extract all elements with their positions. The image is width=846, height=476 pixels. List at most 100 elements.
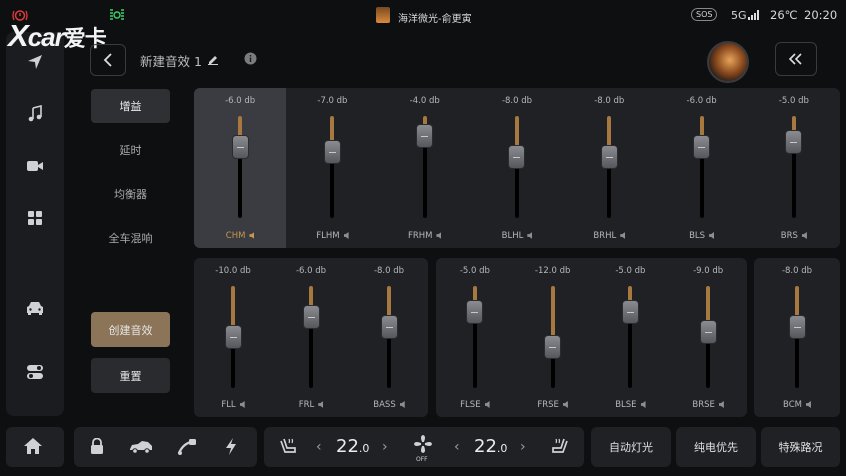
gain-channel-flhm[interactable]: -7.0 db FLHM [286,88,378,248]
speaker-icon[interactable] [484,401,490,408]
gain-slider-track[interactable] [699,116,704,218]
auto-light-button[interactable]: 自动灯光 [591,427,671,467]
gain-slider-thumb[interactable] [621,299,639,324]
gain-slider-thumb[interactable] [785,129,803,154]
gain-channel-bls[interactable]: -6.0 db BLS [655,88,747,248]
car-front-icon [25,300,45,316]
gain-channel-bcm[interactable]: -8.0 db BCM [754,258,840,417]
left-seat-button[interactable] [278,437,298,455]
speaker-icon[interactable] [239,401,245,408]
info-icon[interactable] [244,52,257,65]
rail-apps-button[interactable] [17,200,53,236]
ev-priority-button[interactable]: 纯电优先 [676,427,756,467]
gain-slider-thumb[interactable] [323,139,341,164]
left-temp-up[interactable]: › [382,439,388,455]
speaker-icon[interactable] [801,232,807,239]
fan-button[interactable] [413,434,433,454]
gain-slider-thumb[interactable] [544,335,562,360]
gain-slider-thumb[interactable] [302,304,320,329]
sos-badge[interactable]: SOS [691,8,718,21]
home-button[interactable] [23,437,43,455]
lock-button[interactable] [90,438,104,455]
speaker-icon[interactable] [527,232,533,239]
power-button[interactable] [224,437,238,456]
gain-slider-track[interactable] [330,116,335,218]
gain-slider-thumb[interactable] [508,144,526,169]
album-art[interactable] [707,41,749,83]
channel-name-label: BCM [754,400,840,410]
speaker-icon[interactable] [399,401,405,408]
gain-channel-bass[interactable]: -8.0 db BASS [350,258,428,417]
gain-slider-track[interactable] [309,286,313,388]
gain-slider-thumb[interactable] [231,134,249,159]
speaker-icon[interactable] [620,232,626,239]
gain-channel-frse[interactable]: -12.0 db FRSE [514,258,592,417]
gain-channel-brs[interactable]: -5.0 db BRS [748,88,840,248]
right-temp-up[interactable]: › [520,439,526,455]
speaker-icon[interactable] [718,401,724,408]
speaker-icon[interactable] [249,232,255,239]
speaker-icon[interactable] [436,232,442,239]
video-icon [26,159,44,173]
rail-settings-button[interactable] [17,354,53,390]
left-temperature[interactable]: 22.0 [336,436,369,457]
gain-slider-thumb[interactable] [416,124,434,149]
gain-slider-track[interactable] [238,116,243,218]
gain-channel-chm[interactable]: -6.0 db CHM [194,88,287,248]
speaker-icon[interactable] [805,401,811,408]
gain-channel-flse[interactable]: -5.0 db FLSE [436,258,514,417]
speaker-icon[interactable] [343,232,349,239]
channel-name-label: BRHL [563,231,655,241]
rail-vehicle-button[interactable] [17,290,53,326]
collapse-button[interactable] [775,42,817,76]
channel-panel-top: -6.0 db CHM -7.0 db FLHM -4.0 db FRHM -8.0 db B… [194,88,840,248]
gain-channel-blhl[interactable]: -8.0 db BLHL [471,88,563,248]
climate-panel: ‹ 22.0 › OFF ‹ 22.0 › [264,427,584,467]
rail-video-button[interactable] [17,148,53,184]
right-temperature[interactable]: 22.0 [474,436,507,457]
right-seat-button[interactable] [550,437,570,455]
special-road-button[interactable]: 特殊路况 [761,427,840,467]
gain-value-label: -8.0 db [781,266,813,276]
speaker-icon[interactable] [709,232,715,239]
gain-value-label: -10.0 db [215,266,251,276]
menu-gain[interactable]: 增益 [91,89,170,123]
fan-icon [413,434,433,454]
gain-channel-brhl[interactable]: -8.0 db BRHL [563,88,655,248]
reset-button[interactable]: 重置 [91,358,170,393]
gain-slider-thumb[interactable] [600,144,618,169]
signal-icon [748,10,760,20]
create-effect-button[interactable]: 创建音效 [91,312,170,347]
speaker-icon[interactable] [640,401,646,408]
gain-slider-thumb[interactable] [693,134,711,159]
left-temp-down[interactable]: ‹ [316,439,322,455]
gain-slider-thumb[interactable] [224,325,242,349]
gain-slider-thumb[interactable] [699,319,717,344]
edit-icon[interactable] [207,53,219,65]
speaker-icon[interactable] [562,401,568,408]
speaker-icon[interactable] [318,401,324,408]
menu-delay[interactable]: 延时 [91,133,170,167]
gain-channel-brse[interactable]: -9.0 db BRSE [669,258,747,417]
gain-channel-frl[interactable]: -6.0 db FRL [272,258,350,417]
gain-slider-thumb[interactable] [466,299,484,324]
menu-reverb[interactable]: 全车混响 [91,221,170,255]
rail-music-button[interactable] [17,96,53,132]
gain-slider-thumb[interactable] [380,314,398,339]
album-thumbnail[interactable] [376,7,390,23]
gain-value-label: -8.0 db [594,96,625,106]
right-temp-down[interactable]: ‹ [454,439,460,455]
channel-name-label: BRS [748,231,840,241]
charge-port-button[interactable] [177,438,197,455]
gain-channel-fll[interactable]: -10.0 db FLL [194,258,272,417]
gain-value-label: -8.0 db [373,266,405,276]
gain-value-label: -5.0 db [778,96,809,106]
channel-name-label: BLSE [592,400,670,410]
now-playing-text[interactable]: 海洋微光-俞更寅 [398,10,472,25]
menu-equalizer[interactable]: 均衡器 [91,177,170,211]
gain-channel-frhm[interactable]: -4.0 db FRHM [379,88,471,248]
back-button[interactable] [90,44,126,76]
gain-slider-thumb[interactable] [788,314,806,339]
trunk-button[interactable] [129,439,153,454]
gain-channel-blse[interactable]: -5.0 db BLSE [592,258,670,417]
